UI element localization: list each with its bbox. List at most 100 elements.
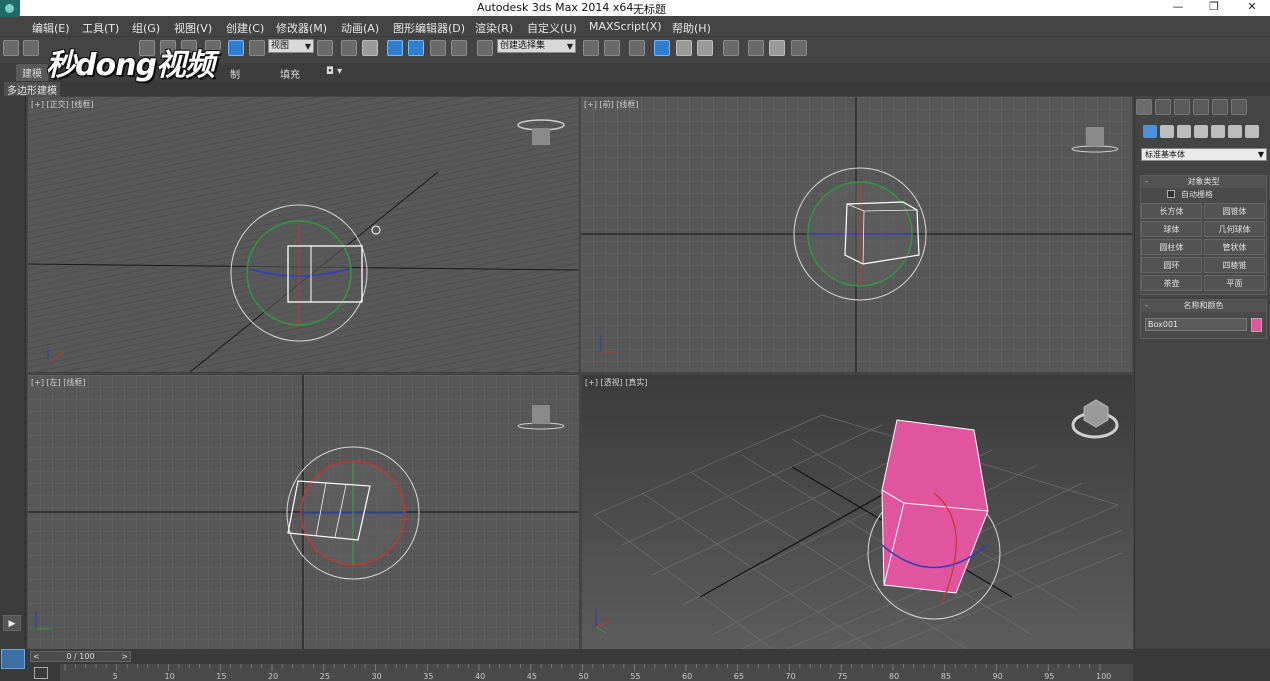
autogrid-checkbox[interactable]: 自动栅格 <box>1167 189 1213 200</box>
viewport-layout-icon[interactable] <box>1 649 25 669</box>
named-selection-dropdown[interactable]: 创建选择集 ▼ <box>497 39 576 53</box>
box-button[interactable]: 长方体 <box>1141 203 1202 219</box>
cameras-icon[interactable] <box>1194 125 1208 138</box>
create-tab-icon[interactable] <box>1136 99 1152 115</box>
menu-modifiers[interactable]: 修改器(M) <box>276 20 327 36</box>
utilities-tab-icon[interactable] <box>1231 99 1247 115</box>
keyboard-shortcut-icon[interactable] <box>362 40 378 56</box>
close-button[interactable]: ✕ <box>1234 0 1270 14</box>
track-bar-icon[interactable] <box>34 667 48 679</box>
geosphere-button[interactable]: 几何球体 <box>1204 221 1265 237</box>
menu-rendering[interactable]: 渲染(R) <box>475 20 513 36</box>
spinner-snap-icon[interactable] <box>451 40 467 56</box>
cylinder-button[interactable]: 圆柱体 <box>1141 239 1202 255</box>
timeline-tick-label: 100 <box>1096 672 1112 681</box>
mirror-icon[interactable] <box>583 40 599 56</box>
menu-group[interactable]: 组(G) <box>132 20 160 36</box>
menu-create[interactable]: 创建(C) <box>226 20 264 36</box>
menu-graph-editors[interactable]: 图形编辑器(D) <box>393 20 465 36</box>
rendered-frame-icon[interactable] <box>769 40 785 56</box>
lights-icon[interactable] <box>1177 125 1191 138</box>
next-frame-icon[interactable]: > <box>121 652 128 662</box>
viewport-label[interactable]: [+] [前] [线框] <box>584 99 639 110</box>
prev-frame-icon[interactable]: < <box>33 652 40 662</box>
viewcube-icon[interactable] <box>1086 127 1104 146</box>
viewport-label[interactable]: [+] [透视] [真实] <box>585 377 648 388</box>
torus-button[interactable]: 圆环 <box>1141 257 1202 273</box>
menu-tools[interactable]: 工具(T) <box>82 20 119 36</box>
teapot-button[interactable]: 茶壶 <box>1141 275 1202 291</box>
viewport-label[interactable]: [+] [左] [线框] <box>31 377 86 388</box>
object-type-header[interactable]: - 对象类型 <box>1141 176 1266 188</box>
pyramid-button[interactable]: 四棱锥 <box>1204 257 1265 273</box>
plane-button[interactable]: 平面 <box>1204 275 1265 291</box>
space-warps-icon[interactable] <box>1228 125 1242 138</box>
menu-animation[interactable]: 动画(A) <box>341 20 379 36</box>
viewport-top[interactable]: [+] [正交] [线框] <box>28 97 579 372</box>
timeline-tick-label: 80 <box>889 672 900 681</box>
select-manipulate-icon[interactable] <box>341 40 357 56</box>
viewport-label[interactable]: [+] [正交] [线框] <box>31 99 94 110</box>
viewcube-icon[interactable] <box>532 128 550 145</box>
tab-modeling[interactable]: 建模 <box>16 64 48 81</box>
tab-populate[interactable]: 填充 <box>280 66 300 81</box>
percent-snap-icon[interactable] <box>430 40 446 56</box>
chevron-down-icon: ▼ <box>304 42 311 51</box>
ribbon-options-icon[interactable]: ◘ ▾ <box>326 66 342 77</box>
3dsmax-logo-icon[interactable] <box>0 0 20 18</box>
hierarchy-tab-icon[interactable] <box>1174 99 1190 115</box>
menu-views[interactable]: 视图(V) <box>174 20 212 36</box>
display-tab-icon[interactable] <box>1212 99 1228 115</box>
minimize-button[interactable]: — <box>1160 0 1196 14</box>
sphere-button[interactable]: 球体 <box>1141 221 1202 237</box>
expand-arrow-icon[interactable]: ▶ <box>3 615 21 631</box>
time-slider[interactable]: < 0 / 100 > <box>30 651 131 662</box>
restore-button[interactable]: ❐ <box>1196 0 1232 14</box>
schematic-view-icon[interactable] <box>697 40 713 56</box>
menu-customize[interactable]: 自定义(U) <box>527 20 577 36</box>
link-icon[interactable] <box>3 40 19 56</box>
angle-snap-icon[interactable] <box>408 40 424 56</box>
material-editor-icon[interactable] <box>723 40 739 56</box>
chevron-down-icon: ▼ <box>1257 150 1264 159</box>
edit-named-selection-icon[interactable] <box>477 40 493 56</box>
geometry-icon[interactable] <box>1143 125 1157 138</box>
viewcube-icon[interactable] <box>1083 399 1109 428</box>
render-production-icon[interactable] <box>791 40 807 56</box>
align-icon[interactable] <box>604 40 620 56</box>
object-color-swatch[interactable] <box>1251 318 1262 332</box>
menu-maxscript[interactable]: MAXScript(X) <box>589 20 662 33</box>
select-rotate-icon[interactable] <box>228 40 244 56</box>
snap-3d-icon[interactable] <box>387 40 403 56</box>
curve-editor-icon[interactable] <box>676 40 692 56</box>
select-scale-icon[interactable] <box>249 40 265 56</box>
viewcube-icon[interactable] <box>532 405 550 424</box>
menu-edit[interactable]: 编辑(E) <box>32 20 70 36</box>
graphite-toggle-icon[interactable] <box>654 40 670 56</box>
motion-tab-icon[interactable] <box>1193 99 1209 115</box>
timeline-tick-label: 55 <box>630 672 641 681</box>
timeline-tick-label: 65 <box>733 672 744 681</box>
render-setup-icon[interactable] <box>748 40 764 56</box>
helpers-icon[interactable] <box>1211 125 1225 138</box>
tab-freeform[interactable]: 制 <box>230 66 240 81</box>
modify-tab-icon[interactable] <box>1155 99 1171 115</box>
object-name-field[interactable]: Box001 <box>1145 318 1247 331</box>
pivot-center-icon[interactable] <box>317 40 333 56</box>
geometry-category-dropdown[interactable]: 标准基本体 ▼ <box>1141 148 1267 161</box>
menu-help[interactable]: 帮助(H) <box>672 20 711 36</box>
viewport-left[interactable]: [+] [左] [线框] <box>28 375 579 649</box>
tube-button[interactable]: 管状体 <box>1204 239 1265 255</box>
polygon-modeling-label[interactable]: 多边形建模 <box>4 82 60 97</box>
name-color-header[interactable]: - 名称和颜色 <box>1141 300 1266 312</box>
shapes-icon[interactable] <box>1160 125 1174 138</box>
reference-coord-dropdown[interactable]: 视图 ▼ <box>268 39 314 53</box>
viewport-front[interactable]: [+] [前] [线框] <box>581 97 1132 372</box>
systems-icon[interactable] <box>1245 125 1259 138</box>
layer-manager-icon[interactable] <box>629 40 645 56</box>
perspective-grid <box>593 414 1123 649</box>
unlink-icon[interactable] <box>23 40 39 56</box>
timeline-tick-label: 85 <box>940 672 951 681</box>
viewport-perspective[interactable]: [+] [透视] [真实] <box>582 375 1133 649</box>
cone-button[interactable]: 圆锥体 <box>1204 203 1265 219</box>
